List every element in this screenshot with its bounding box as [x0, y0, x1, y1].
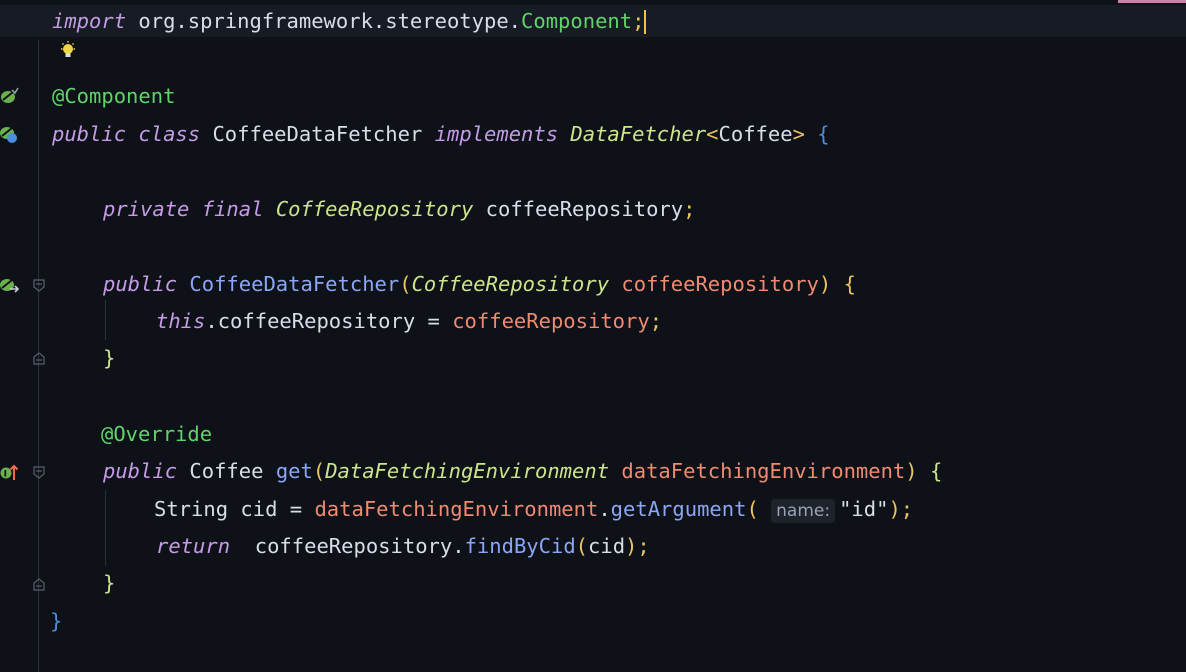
brace-token: } [103, 571, 116, 595]
paren-token: ( [399, 272, 412, 296]
annotation-token: @Component [52, 84, 176, 108]
package-token: org.springframework.stereotype. [138, 9, 522, 33]
brace-token: } [50, 609, 63, 633]
paren-token: ( [575, 534, 589, 558]
indent-guide [105, 490, 106, 566]
keyword-token: return [156, 534, 231, 558]
paren-token: ( [312, 459, 326, 483]
field-access-token: .coffeeRepository = [205, 309, 453, 333]
brace-token: { [843, 272, 856, 296]
parameter-token: dataFetchingEnvironment [314, 497, 599, 521]
code-line-class-close[interactable]: } [0, 605, 62, 637]
code-line-import[interactable]: import org.springframework.stereotype.Co… [0, 5, 1186, 37]
parameter-token: coffeeRepository [621, 272, 819, 296]
type-token: CoffeeRepository [275, 197, 474, 221]
code-line-field[interactable]: private final CoffeeRepository coffeeRep… [0, 193, 695, 225]
method-call-token: getArgument [610, 497, 747, 521]
brace-token: } [103, 346, 116, 370]
dot-token: . [598, 497, 611, 521]
keyword-token: implements [434, 122, 559, 146]
indent-guide [105, 300, 106, 340]
keyword-token: public [103, 459, 178, 483]
code-line-constructor[interactable]: public CoffeeDataFetcher(CoffeeRepositor… [0, 268, 856, 300]
paren-token: ) [818, 272, 832, 296]
parameter-token: dataFetchingEnvironment [621, 459, 906, 483]
code-line-method-get[interactable]: public Coffee get(DataFetchingEnvironmen… [0, 455, 942, 487]
keyword-token: class [138, 122, 201, 146]
code-line-return[interactable]: return coffeeRepository.findByCid(cid); [0, 530, 650, 562]
paren-token: ( [746, 497, 759, 521]
code-line-annotation[interactable]: @Component [0, 80, 175, 112]
paren-token: ) [625, 534, 638, 558]
keyword-token: public [103, 272, 178, 296]
brace-token: { [817, 122, 830, 146]
code-line-cid[interactable]: String cid = dataFetchingEnvironment.get… [0, 493, 913, 525]
fold-marker-icon[interactable] [33, 466, 45, 479]
annotation-token: @Override [101, 422, 213, 446]
paren-token: ) [888, 497, 901, 521]
parameter-token: coffeeRepository [452, 309, 650, 333]
class-token: Component [521, 9, 633, 33]
argument-token: cid [588, 534, 626, 558]
brace-token: { [929, 459, 943, 483]
code-line-override[interactable]: @Override [0, 418, 212, 450]
method-call-token: findByCid [464, 534, 576, 558]
keyword-token: private [103, 197, 190, 221]
semicolon-token: ; [632, 9, 645, 33]
parameter-hint: name: [771, 499, 836, 523]
semicolon-token: ; [900, 497, 914, 521]
type-token: DataFetchingEnvironment [325, 459, 610, 483]
code-line-constructor-close[interactable]: } [0, 342, 115, 374]
generic-type-token: Coffee [718, 122, 793, 146]
keyword-token: final [201, 197, 264, 221]
keyword-token: public [52, 122, 127, 146]
generic-bracket-token: > [792, 122, 805, 146]
interface-token: DataFetcher [570, 122, 707, 146]
intention-bulb-icon[interactable] [58, 40, 78, 60]
code-line-method-close[interactable]: } [0, 567, 115, 599]
method-name-token: get [275, 459, 313, 483]
keyword-token: import [52, 9, 127, 33]
generic-bracket-token: < [706, 122, 719, 146]
text-caret [644, 10, 647, 34]
semicolon-token: ; [649, 309, 663, 333]
field-name-token: coffeeRepository [254, 534, 453, 558]
code-line-class-declaration[interactable]: public class CoffeeDataFetcher implement… [0, 118, 830, 150]
semicolon-token: ; [637, 534, 650, 558]
fold-marker-icon[interactable] [33, 352, 45, 365]
fold-marker-icon[interactable] [33, 279, 45, 292]
class-name-token: CoffeeDataFetcher [212, 122, 423, 146]
type-token: CoffeeRepository [411, 272, 610, 296]
field-name-token: coffeeRepository [485, 197, 684, 221]
paren-token: ) [905, 459, 918, 483]
fold-marker-icon[interactable] [33, 578, 45, 591]
code-line-assignment[interactable]: this.coffeeRepository = coffeeRepository… [0, 305, 662, 337]
return-type-token: Coffee [189, 459, 264, 483]
dot-token: . [452, 534, 465, 558]
semicolon-token: ; [683, 197, 696, 221]
declaration-token: String cid = [154, 497, 315, 521]
constructor-name-token: CoffeeDataFetcher [189, 272, 400, 296]
keyword-token: this [156, 309, 206, 333]
top-accent-bar [1118, 0, 1186, 3]
string-token: "id" [839, 497, 889, 521]
